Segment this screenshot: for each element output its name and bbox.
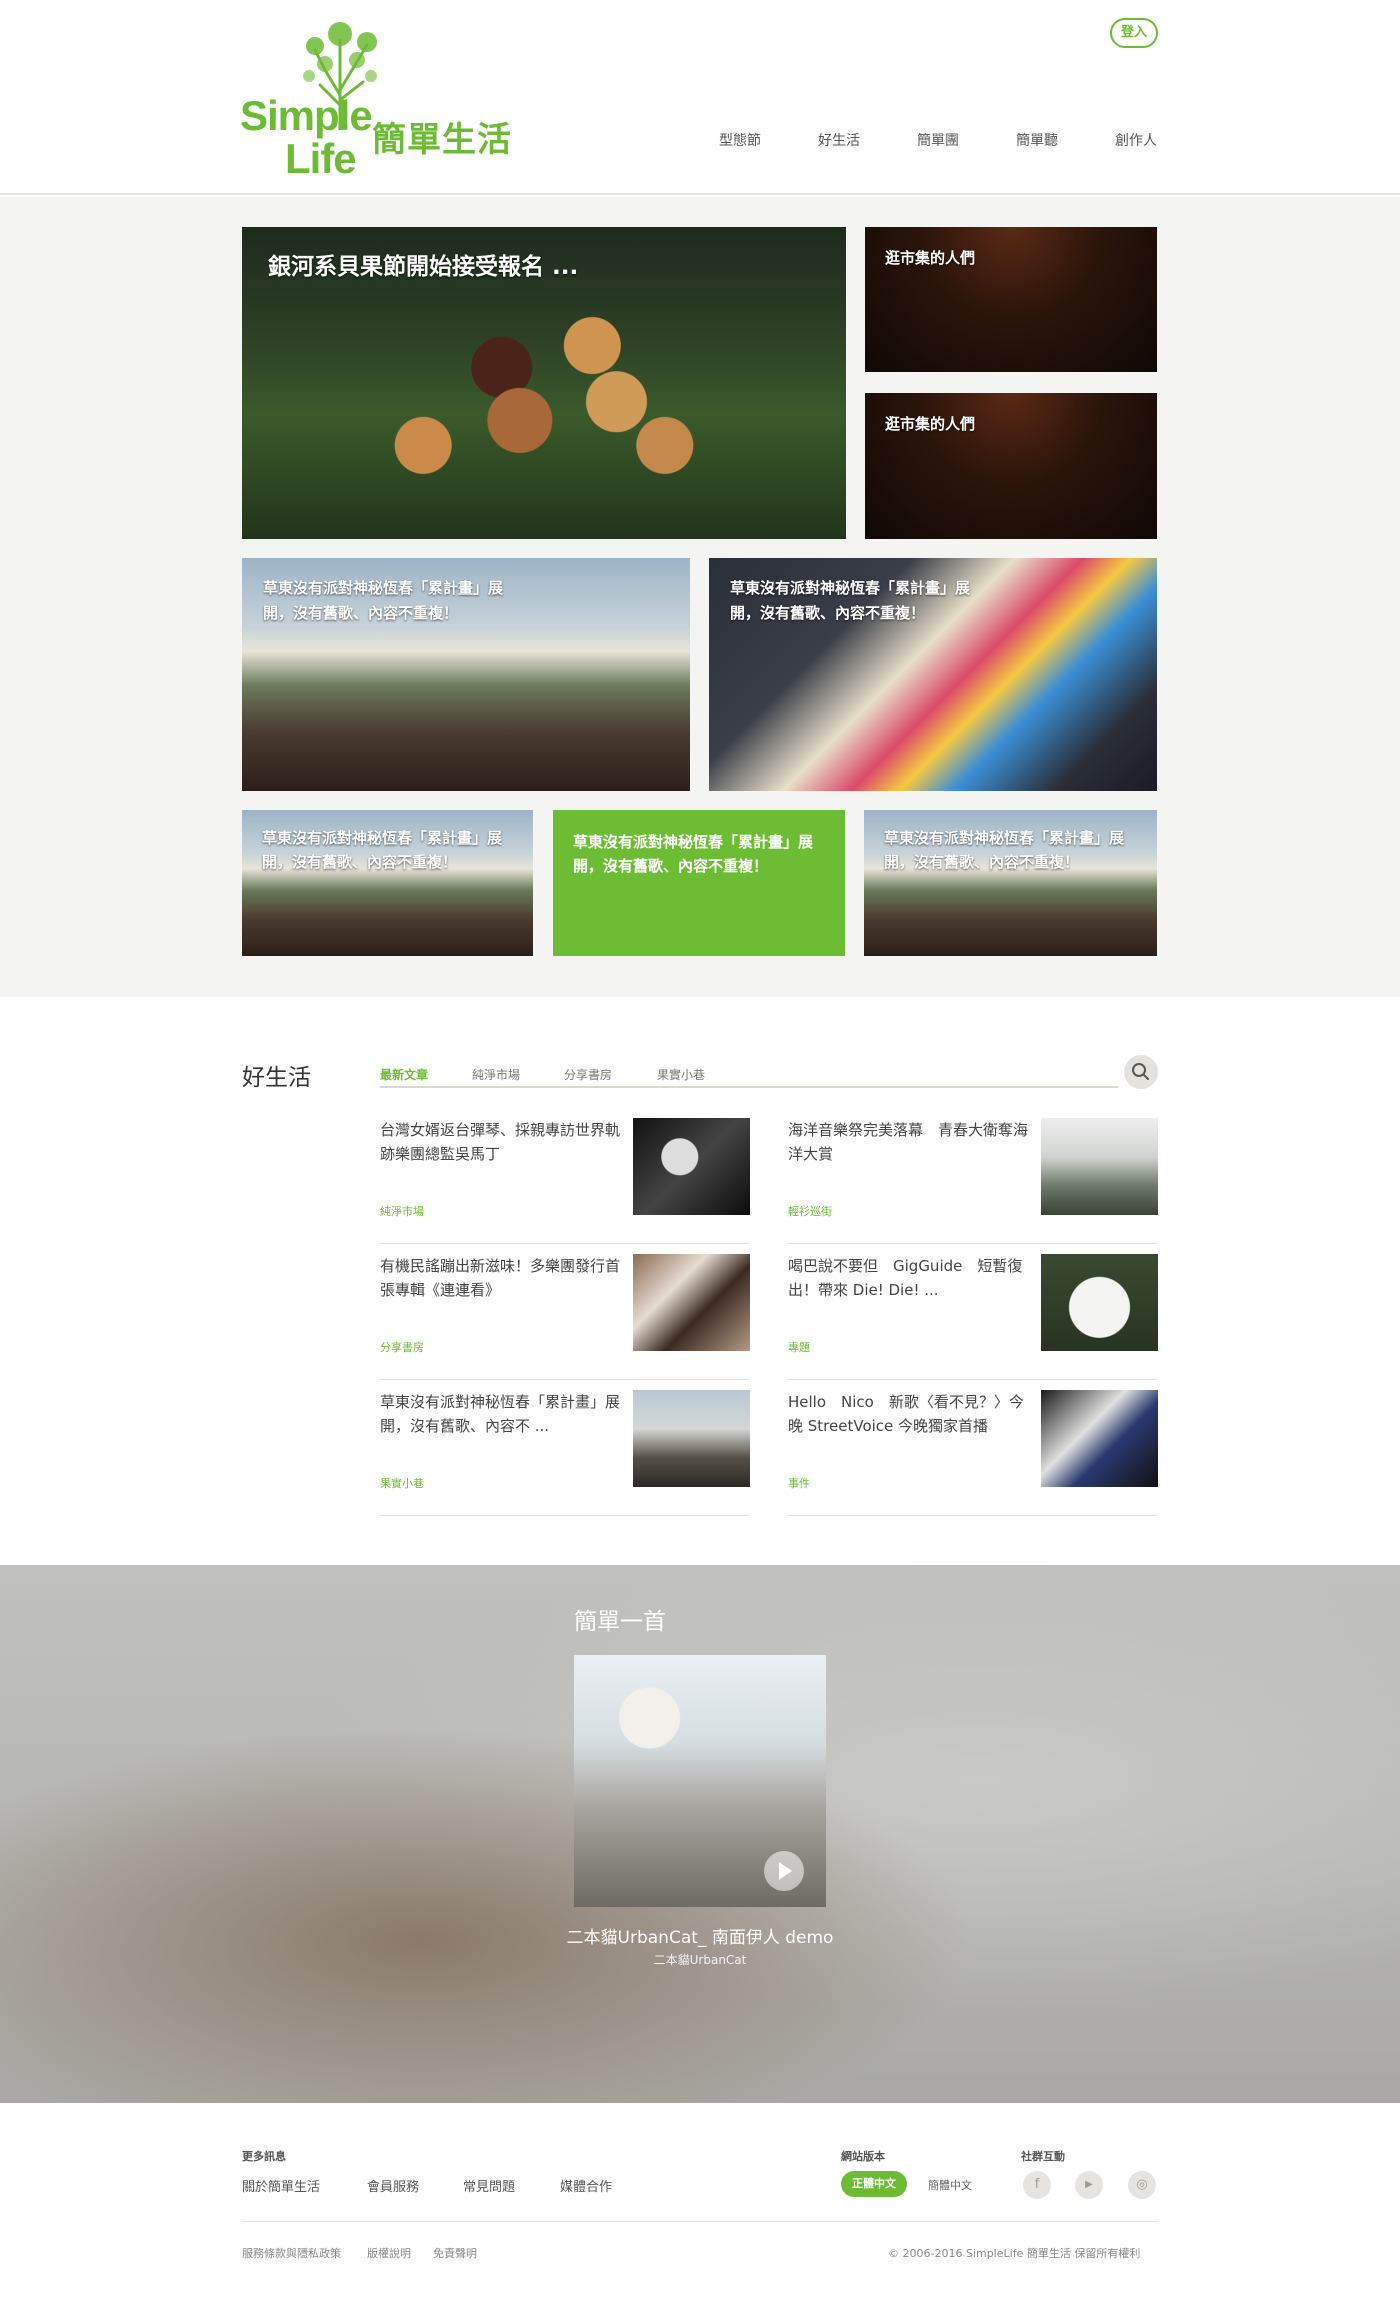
lang-simplified-button[interactable]: 簡體中文 [928,2177,972,2193]
footer-link-copyright-note[interactable]: 版權說明 [367,2245,411,2261]
search-icon [1132,1063,1149,1080]
footer-version-heading: 網站版本 [841,2150,885,2163]
footer-copyright: © 2006-2016 SimpleLife 簡單生活 保留所有權利 [888,2247,1141,2260]
article-thumbnail [633,1390,750,1487]
footer-link-media[interactable]: 媒體合作 [560,2176,612,2195]
nav-item-creators[interactable]: 創作人 [1115,130,1157,150]
article-title: 海洋音樂祭完美落幕 青春大衛奪海洋大賞 [788,1121,1029,1163]
nav-item-good-life[interactable]: 好生活 [818,130,860,150]
nav-item-group[interactable]: 簡單團 [917,130,959,150]
featured-side-card[interactable]: 逛市集的人們 [865,393,1157,539]
featured-main-title: 銀河系貝果節開始接受報名 ... [268,254,579,280]
article-category[interactable]: 果實小巷 [380,1475,424,1491]
footer-more-info-heading: 更多訊息 [242,2150,286,2163]
song-cover-image[interactable] [574,1655,826,1907]
search-button[interactable] [1124,1055,1158,1089]
featured-main-card[interactable]: 銀河系貝果節開始接受報名 ... [242,227,846,539]
article-category[interactable]: 輕衫巡街 [788,1203,832,1219]
logo-wordmark-life: Life [285,135,357,182]
play-icon [779,1862,792,1880]
song-section-title: 簡單一首 [574,1609,666,1635]
article-thumbnail [633,1254,750,1351]
featured-mid-card[interactable]: 草東沒有派對神秘恆春「累計畫」展開，沒有舊歌、內容不重複！ [242,558,690,791]
featured-small-title: 草東沒有派對神秘恆春「累計畫」展開，沒有舊歌、內容不重複！ [884,829,1125,871]
article-title: 喝巴說不要但 GigGuide 短暫復出！帶來 Die! Die! ... [788,1257,1023,1299]
article-title: 有機民謠蹦出新滋味！多樂團發行首張專輯《連連看》 [380,1257,621,1299]
footer-link-about[interactable]: 關於簡單生活 [242,2176,320,2195]
goodlife-section-title: 好生活 [242,1065,311,1091]
article-thumbnail [1041,1254,1158,1351]
featured-small-card-highlight[interactable]: 草東沒有派對神秘恆春「累計畫」展開，沒有舊歌、內容不重複！ [553,810,845,956]
tab-latest[interactable]: 最新文章 [380,1066,428,1083]
article-thumbnail [1041,1390,1158,1487]
article-category[interactable]: 分享書房 [380,1339,424,1355]
featured-small-title: 草東沒有派對神秘恆春「累計畫」展開，沒有舊歌、內容不重複！ [573,833,814,875]
article-title: 台灣女婿返台彈琴、採親專訪世界軌跡樂團總監吳馬丁 [380,1121,621,1163]
footer-link-member[interactable]: 會員服務 [367,2176,419,2195]
article-item[interactable]: 有機民謠蹦出新滋味！多樂團發行首張專輯《連連看》 分享書房 [380,1254,750,1380]
facebook-icon[interactable]: f [1023,2171,1051,2199]
featured-side-card[interactable]: 逛市集的人們 [865,227,1157,372]
site-logo[interactable]: Simple Life 簡單生活 [240,20,530,185]
lang-traditional-button[interactable]: 正體中文 [841,2171,907,2197]
goodlife-tab-bar: 最新文章 純淨市場 分享書房 果實小巷 [380,1060,1118,1088]
featured-side-title: 逛市集的人們 [885,249,976,267]
featured-mid-card[interactable]: 草東沒有派對神秘恆春「累計畫」展開，沒有舊歌、內容不重複！ [709,558,1157,791]
logo-wordmark-simple: Simple [240,92,373,139]
login-button[interactable]: 登入 [1110,18,1158,48]
footer-divider [242,2221,1158,2222]
article-title: Hello Nico 新歌〈看不見？〉今晚 StreetVoice 今晚獨家首播 [788,1393,1024,1435]
featured-mid-title: 草東沒有派對神秘恆春「累計畫」展開，沒有舊歌、內容不重複！ [730,579,971,622]
article-thumbnail [1041,1118,1158,1215]
tab-pure-market[interactable]: 純淨市場 [472,1066,520,1083]
site-footer: 更多訊息 關於簡單生活 會員服務 常見問題 媒體合作 網站版本 正體中文 簡體中… [0,2103,1400,2316]
featured-small-card[interactable]: 草東沒有派對神秘恆春「累計畫」展開，沒有舊歌、內容不重複！ [242,810,533,956]
article-category[interactable]: 專題 [788,1339,810,1355]
nav-item-festival[interactable]: 型態節 [719,130,761,150]
footer-link-terms[interactable]: 服務條款與隱私政策 [242,2245,341,2261]
article-item[interactable]: 海洋音樂祭完美落幕 青春大衛奪海洋大賞 輕衫巡街 [788,1118,1158,1244]
tab-fruit-alley[interactable]: 果實小巷 [657,1066,705,1083]
song-artist[interactable]: 二本貓UrbanCat [0,1951,1400,1968]
article-title: 草東沒有派對神秘恆春「累計畫」展開，沒有舊歌、內容不 ... [380,1393,621,1435]
play-button[interactable] [764,1851,804,1891]
logo-chinese-name: 簡單生活 [372,120,512,160]
nav-item-listen[interactable]: 簡單聽 [1016,130,1058,150]
site-header: Simple Life 簡單生活 登入 型態節 好生活 簡單團 簡單聽 創作人 [0,0,1400,195]
footer-social-heading: 社群互動 [1021,2150,1065,2163]
youtube-icon[interactable]: ▶ [1075,2171,1103,2199]
footer-link-disclaimer[interactable]: 免責聲明 [433,2245,477,2261]
featured-section: 銀河系貝果節開始接受報名 ... 逛市集的人們 逛市集的人們 草東沒有派對神秘恆… [0,197,1400,997]
featured-mid-title: 草東沒有派對神秘恆春「累計畫」展開，沒有舊歌、內容不重複！ [263,579,504,622]
featured-side-title: 逛市集的人們 [885,415,976,433]
footer-link-faq[interactable]: 常見問題 [463,2176,515,2195]
song-name[interactable]: 二本貓UrbanCat_ 南面伊人 demo [0,1923,1400,1948]
article-thumbnail [633,1118,750,1215]
article-item[interactable]: 喝巴說不要但 GigGuide 短暫復出！帶來 Die! Die! ... 專題 [788,1254,1158,1380]
simple-song-section: 簡單一首 二本貓UrbanCat_ 南面伊人 demo 二本貓UrbanCat [0,1565,1400,2103]
featured-small-title: 草東沒有派對神秘恆春「累計畫」展開，沒有舊歌、內容不重複！ [262,829,503,871]
article-item[interactable]: 台灣女婿返台彈琴、採親專訪世界軌跡樂團總監吳馬丁 純淨市場 [380,1118,750,1244]
tab-share-study[interactable]: 分享書房 [564,1066,612,1083]
featured-small-card[interactable]: 草東沒有派對神秘恆春「累計畫」展開，沒有舊歌、內容不重複！ [864,810,1157,956]
instagram-icon[interactable]: ◎ [1128,2171,1156,2199]
article-category[interactable]: 純淨市場 [380,1203,424,1219]
article-item[interactable]: Hello Nico 新歌〈看不見？〉今晚 StreetVoice 今晚獨家首播… [788,1390,1158,1516]
article-item[interactable]: 草東沒有派對神秘恆春「累計畫」展開，沒有舊歌、內容不 ... 果實小巷 [380,1390,750,1516]
article-category[interactable]: 事件 [788,1475,810,1491]
